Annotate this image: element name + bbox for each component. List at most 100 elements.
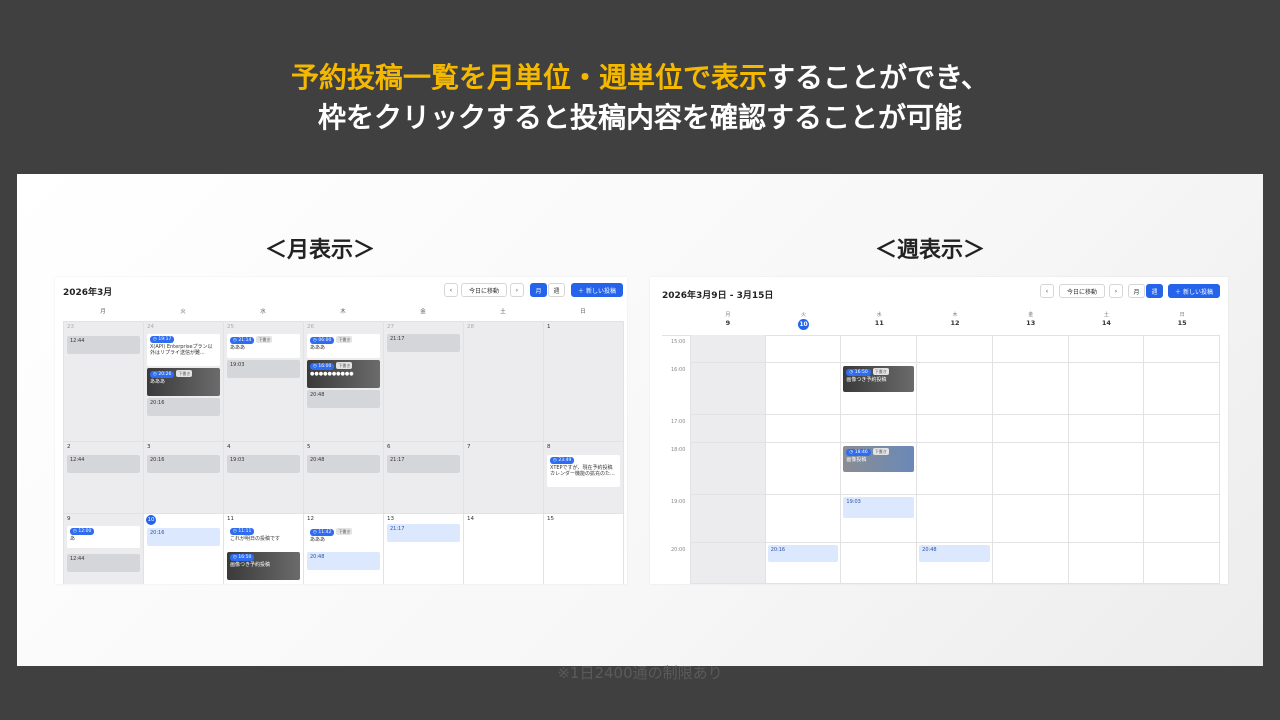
scheduled-post[interactable]: ◷ 06:00 下書き あああ (307, 334, 380, 358)
scheduled-post[interactable]: 12:44 (67, 336, 140, 354)
time-slot[interactable] (917, 443, 993, 495)
day-cell[interactable]: 28 (464, 322, 544, 442)
day-cell[interactable]: 2 12:44 (64, 442, 144, 514)
today-button[interactable]: 今日に移動 (461, 283, 507, 297)
prev-button[interactable]: ‹ (444, 283, 458, 297)
view-week-button[interactable]: 週 (548, 283, 565, 297)
time-slot[interactable] (992, 495, 1069, 543)
time-slot[interactable] (917, 495, 993, 543)
day-cell[interactable]: 8 ◷ 23:49 XTEPですが、現在予約投稿カレンダー機能の拡充のた... (544, 442, 624, 514)
day-cell[interactable]: 12 ◷ 11:42 下書き あああ 20:48 (304, 514, 384, 584)
time-slot[interactable] (765, 495, 842, 543)
next-button[interactable]: › (510, 283, 524, 297)
scheduled-post[interactable]: ◷ 21:14 下書き あああ (227, 334, 300, 358)
time-slot[interactable] (992, 363, 1069, 415)
scheduled-post[interactable]: ◷ 11:11 これが明日の投稿です (227, 526, 300, 548)
scheduled-post[interactable]: ◷ 16:50 画像つき予約投稿 (227, 552, 300, 580)
time-slot[interactable] (992, 415, 1069, 443)
day-cell[interactable]: 4 19:03 (224, 442, 304, 514)
time-slot[interactable] (841, 415, 918, 443)
scheduled-post[interactable]: ◷ 16:50 下書き 画像つき予約投稿 (843, 365, 915, 392)
scheduled-post[interactable]: 20:16 (767, 545, 839, 563)
time-slot[interactable] (1144, 443, 1220, 495)
day-cell[interactable]: 23 12:44 (64, 322, 144, 442)
scheduled-post[interactable]: 20:48 (307, 455, 380, 473)
time-slot[interactable] (765, 443, 842, 495)
weekday-label: 火 (180, 309, 186, 315)
time-slot[interactable] (992, 443, 1069, 495)
view-month-button[interactable]: 月 (530, 283, 547, 297)
scheduled-post[interactable]: 20:48 (307, 390, 380, 408)
scheduled-post[interactable]: ◷ 16:00 下書き ●●●●●●●●●● (307, 360, 380, 388)
day-cell[interactable]: 6 21:17 (384, 442, 464, 514)
day-cell[interactable]: 1 (544, 322, 624, 442)
time-slot[interactable] (1144, 415, 1220, 443)
day-cell[interactable]: 25 ◷ 21:14 下書き あああ 19:03 (224, 322, 304, 442)
day-cell[interactable]: 27 21:17 (384, 322, 464, 442)
time-slot[interactable] (690, 443, 766, 495)
time-slot[interactable] (917, 335, 993, 363)
time-slot[interactable] (690, 335, 766, 363)
time-slot[interactable] (917, 415, 993, 443)
time-slot[interactable] (1068, 443, 1145, 495)
time-slot[interactable] (1068, 495, 1145, 543)
day-cell[interactable]: 26 ◷ 06:00 下書き あああ ◷ 16:00 下書き ●●●●●●●●●● 20:48 (304, 322, 384, 442)
scheduled-post[interactable]: 20:16 (147, 398, 220, 416)
scheduled-post[interactable]: 21:17 (387, 524, 460, 542)
time-slot[interactable] (690, 543, 766, 584)
day-cell[interactable]: 11 ◷ 11:11 これが明日の投稿です ◷ 16:50 画像つき予約投稿 (224, 514, 304, 584)
time-slot[interactable] (1144, 495, 1220, 543)
time-slot[interactable] (992, 335, 1069, 363)
scheduled-post[interactable]: ◷ 12:00 あ (67, 526, 140, 548)
scheduled-post[interactable]: 21:17 (387, 455, 460, 473)
time-slot[interactable] (765, 363, 842, 415)
scheduled-post[interactable]: ◷ 20:26 下書き あああ (147, 368, 220, 396)
day-cell[interactable]: 3 20:16 (144, 442, 224, 514)
scheduled-post[interactable]: 12:44 (67, 554, 140, 572)
scheduled-post[interactable]: 21:17 (387, 334, 460, 352)
time-slot[interactable] (690, 363, 766, 415)
day-cell[interactable]: 15 (544, 514, 624, 584)
day-cell[interactable]: 7 (464, 442, 544, 514)
time-slot[interactable] (1144, 363, 1220, 415)
time-slot[interactable] (765, 415, 842, 443)
time-slot[interactable] (765, 335, 842, 363)
time-slot[interactable] (841, 335, 918, 363)
scheduled-post[interactable]: 20:16 (147, 528, 220, 546)
time-slot[interactable] (841, 543, 918, 584)
time-slot[interactable] (1068, 415, 1145, 443)
next-button[interactable]: › (1109, 284, 1123, 298)
time-slot[interactable] (1068, 335, 1145, 363)
day-cell[interactable]: 14 (464, 514, 544, 584)
scheduled-post[interactable]: ◷ 23:49 XTEPですが、現在予約投稿カレンダー機能の拡充のた... (547, 455, 620, 487)
scheduled-post[interactable]: 19:03 (843, 497, 915, 518)
time-slot[interactable] (690, 415, 766, 443)
scheduled-post[interactable]: 20:48 (307, 552, 380, 570)
day-cell[interactable]: 5 20:48 (304, 442, 384, 514)
day-cell[interactable]: 24 ◷ 19:17 X(API) Enterpriseプラン以外はリプライ送信が難… (144, 322, 224, 442)
new-post-button[interactable]: ＋ 新しい投稿 (571, 283, 623, 297)
day-cell[interactable]: 10 20:16 (144, 514, 224, 584)
time-slot[interactable] (917, 363, 993, 415)
time-slot[interactable] (992, 543, 1069, 584)
scheduled-post[interactable]: 12:44 (67, 455, 140, 473)
scheduled-post[interactable]: ◷ 19:17 X(API) Enterpriseプラン以外はリプライ送信が難..… (147, 334, 220, 366)
time-slot[interactable] (1144, 335, 1220, 363)
time-slot[interactable] (1144, 543, 1220, 584)
today-button[interactable]: 今日に移動 (1059, 284, 1105, 298)
scheduled-post[interactable]: ◷ 18:46 下書き 画像投稿 (843, 445, 915, 472)
time-slot[interactable] (1068, 543, 1145, 584)
scheduled-post[interactable]: 19:03 (227, 455, 300, 473)
view-week-button[interactable]: 週 (1146, 284, 1163, 298)
scheduled-post[interactable]: 19:03 (227, 360, 300, 378)
view-month-button[interactable]: 月 (1128, 284, 1145, 298)
day-cell[interactable]: 13 21:17 (384, 514, 464, 584)
new-post-button[interactable]: ＋ 新しい投稿 (1168, 284, 1220, 298)
day-cell[interactable]: 9 ◷ 12:00 あ 12:44 (64, 514, 144, 584)
time-slot[interactable] (1068, 363, 1145, 415)
scheduled-post[interactable]: 20:16 (147, 455, 220, 473)
scheduled-post[interactable]: 20:48 (919, 545, 990, 563)
prev-button[interactable]: ‹ (1040, 284, 1054, 298)
scheduled-post[interactable]: ◷ 11:42 下書き あああ (307, 526, 380, 548)
time-slot[interactable] (690, 495, 766, 543)
